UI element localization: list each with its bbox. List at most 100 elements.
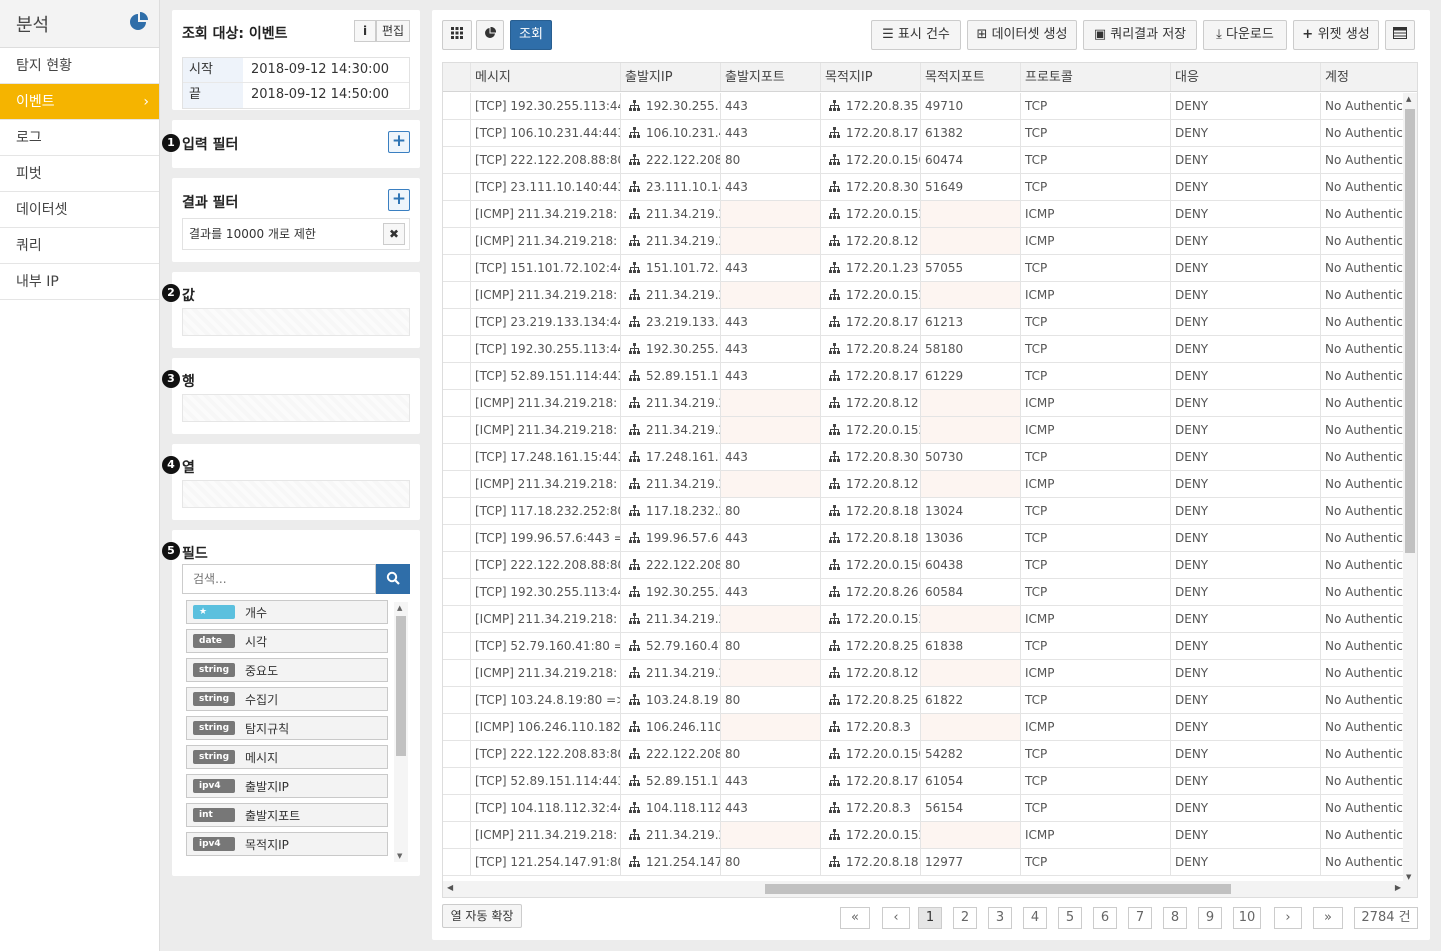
horizontal-scrollbar[interactable]: ◀ ▶	[443, 881, 1417, 897]
column-header[interactable]: 목적지포트	[921, 63, 1021, 91]
rows-dropzone[interactable]	[182, 394, 410, 422]
create-dataset-button[interactable]: ⊞ 데이터셋 생성	[967, 20, 1077, 50]
page-button[interactable]: 6	[1093, 907, 1117, 929]
table-row[interactable]: [ICMP] 211.34.219.218: => 211.34.219.218 1…	[443, 228, 1417, 255]
sidebar-item[interactable]: 내부 IP	[0, 264, 159, 300]
page-button[interactable]: 5	[1058, 907, 1082, 929]
page-button[interactable]: 8	[1163, 907, 1187, 929]
sidebar-item[interactable]: 데이터셋	[0, 192, 159, 228]
sidebar-item[interactable]: 쿼리	[0, 228, 159, 264]
table-row[interactable]: [TCP] 103.24.8.19:80 => 17 103.24.8.19 80 1…	[443, 687, 1417, 714]
table-row[interactable]: [ICMP] 211.34.219.218: => 211.34.219.218 1…	[443, 822, 1417, 849]
table-row[interactable]: [ICMP] 211.34.219.218: => 211.34.219.218 1…	[443, 390, 1417, 417]
vertical-scrollbar[interactable]: ▲ ▼	[1403, 93, 1417, 883]
table-row[interactable]: [ICMP] 211.34.219.218: => 211.34.219.218 1…	[443, 660, 1417, 687]
table-row[interactable]: [TCP] 23.111.10.140:443 => 23.111.10.140 4…	[443, 174, 1417, 201]
table-cell: [TCP] 192.30.255.113:443 =>	[471, 336, 621, 362]
field-item[interactable]: ipv4 출발지IP	[186, 774, 388, 798]
table-row[interactable]: [TCP] 192.30.255.113:443 => 192.30.255.11…	[443, 93, 1417, 120]
field-item[interactable]: ★ 개수	[186, 600, 388, 624]
columns-dropzone[interactable]	[182, 480, 410, 508]
row-count-button[interactable]: ☰ 표시 건수	[871, 20, 961, 50]
table-row[interactable]: [TCP] 199.96.57.6:443 => 1 199.96.57.6 443…	[443, 525, 1417, 552]
column-header[interactable]: 계정	[1321, 63, 1417, 91]
next-page-button[interactable]: ›	[1274, 907, 1302, 929]
table-row[interactable]: [TCP] 192.30.255.113:443 => 192.30.255.11…	[443, 336, 1417, 363]
table-row[interactable]: [TCP] 52.89.151.114:443 => 52.89.151.114 4…	[443, 363, 1417, 390]
table-row[interactable]: [TCP] 23.219.133.134:443 => 23.219.133.13…	[443, 309, 1417, 336]
field-item[interactable]: string 수집기	[186, 687, 388, 711]
page-button[interactable]: 2	[953, 907, 977, 929]
auto-expand-columns-button[interactable]: 열 자동 확장	[442, 904, 522, 928]
row-number-cell	[443, 633, 471, 659]
field-search-input[interactable]	[182, 564, 376, 594]
column-header[interactable]: 메시지	[471, 63, 621, 91]
table-row[interactable]: [TCP] 222.122.208.88:80 => 222.122.208.88…	[443, 147, 1417, 174]
last-page-button[interactable]: »	[1313, 907, 1343, 929]
table-row[interactable]: [ICMP] 106.246.110.182: => 106.246.110.18…	[443, 714, 1417, 741]
table-row[interactable]: [TCP] 52.89.151.114:443 => 52.89.151.114 4…	[443, 768, 1417, 795]
field-item[interactable]: string 중요도	[186, 658, 388, 682]
table-row[interactable]: [TCP] 222.122.208.83:80 => 222.122.208.83…	[443, 741, 1417, 768]
page-button[interactable]: 7	[1128, 907, 1152, 929]
field-item[interactable]: string 탐지규칙	[186, 716, 388, 740]
values-dropzone[interactable]	[182, 308, 410, 336]
table-row[interactable]: [ICMP] 211.34.219.218: => 211.34.219.218 1…	[443, 417, 1417, 444]
step-badge: 2	[162, 284, 180, 302]
column-header[interactable]: 출발지IP	[621, 63, 721, 91]
pie-chart-icon[interactable]	[129, 11, 149, 36]
field-item[interactable]: date 시각	[186, 629, 388, 653]
page-button[interactable]: 3	[988, 907, 1012, 929]
chart-view-button[interactable]	[476, 20, 504, 50]
page-button[interactable]: 1	[918, 907, 942, 929]
column-header[interactable]: 대응	[1171, 63, 1321, 91]
page-button[interactable]: 9	[1198, 907, 1222, 929]
page-button[interactable]: 10	[1233, 907, 1261, 929]
search-button[interactable]	[376, 564, 410, 594]
table-row[interactable]: [ICMP] 211.34.219.218: => 211.34.219.218 1…	[443, 606, 1417, 633]
table-row[interactable]: [TCP] 222.122.208.88:80 => 222.122.208.88…	[443, 552, 1417, 579]
page-button[interactable]: 4	[1023, 907, 1047, 929]
network-icon	[829, 802, 840, 813]
cell-value: 172.20.8.26	[846, 585, 919, 599]
table-row[interactable]: [ICMP] 211.34.219.218: => 211.34.219.218 1…	[443, 471, 1417, 498]
info-button[interactable]: i	[354, 20, 376, 42]
download-button[interactable]: ⤓ 다운로드	[1203, 20, 1287, 50]
column-header[interactable]: 프로토콜	[1021, 63, 1171, 91]
table-row[interactable]: [TCP] 104.118.112.32:443 => 104.118.112.3…	[443, 795, 1417, 822]
table-row[interactable]: [TCP] 117.18.232.252:80 => 117.18.232.252…	[443, 498, 1417, 525]
table-settings-button[interactable]	[1385, 20, 1415, 50]
field-list-scrollbar[interactable]: ▲ ▼	[394, 602, 408, 862]
field-item[interactable]: ipv4 목적지IP	[186, 832, 388, 856]
save-query-result-button[interactable]: ▣ 쿼리결과 저장	[1083, 20, 1197, 50]
first-page-button[interactable]: «	[840, 907, 870, 929]
table-row[interactable]: [TCP] 17.248.161.15:443 => 17.248.161.15 4…	[443, 444, 1417, 471]
run-query-button[interactable]: 조회	[510, 20, 552, 50]
table-row[interactable]: [ICMP] 211.34.219.218: => 211.34.219.218 1…	[443, 201, 1417, 228]
grid-view-button[interactable]	[442, 20, 472, 50]
sidebar-item[interactable]: 이벤트 ›	[0, 84, 159, 120]
create-widget-button[interactable]: + 위젯 생성	[1293, 20, 1379, 50]
column-header[interactable]: 목적지IP	[821, 63, 921, 91]
plus-icon: +	[1302, 27, 1318, 42]
edit-button[interactable]: 편집	[376, 20, 410, 42]
table-row[interactable]: [TCP] 192.30.255.113:443 => 192.30.255.11…	[443, 579, 1417, 606]
table-cell: TCP	[1021, 687, 1171, 713]
column-header[interactable]: 출발지포트	[721, 63, 821, 91]
table-row[interactable]: [TCP] 121.254.147.91:80 => 121.254.147.91…	[443, 849, 1417, 876]
sidebar-item[interactable]: 로그	[0, 120, 159, 156]
table-row[interactable]: [TCP] 106.10.231.44:443 => 106.10.231.44 4…	[443, 120, 1417, 147]
table-row[interactable]: [TCP] 151.101.72.102:443 => 151.101.72.10…	[443, 255, 1417, 282]
table-row[interactable]: [TCP] 52.79.160.41:80 => 1 52.79.160.41 80…	[443, 633, 1417, 660]
prev-page-button[interactable]: ‹	[882, 907, 910, 929]
add-result-filter-button[interactable]: +	[388, 189, 410, 211]
remove-filter-button[interactable]: ✖	[383, 223, 405, 245]
table-row[interactable]: [ICMP] 211.34.219.218: => 211.34.219.218 1…	[443, 282, 1417, 309]
add-input-filter-button[interactable]: +	[388, 131, 410, 153]
sidebar-item[interactable]: 탐지 현황	[0, 48, 159, 84]
cell-value: [TCP] 103.24.8.19:80 => 17	[475, 693, 620, 707]
sidebar-item[interactable]: 피벗	[0, 156, 159, 192]
field-item[interactable]: string 메시지	[186, 745, 388, 769]
table-cell: DENY	[1171, 282, 1321, 308]
field-item[interactable]: int 출발지포트	[186, 803, 388, 827]
